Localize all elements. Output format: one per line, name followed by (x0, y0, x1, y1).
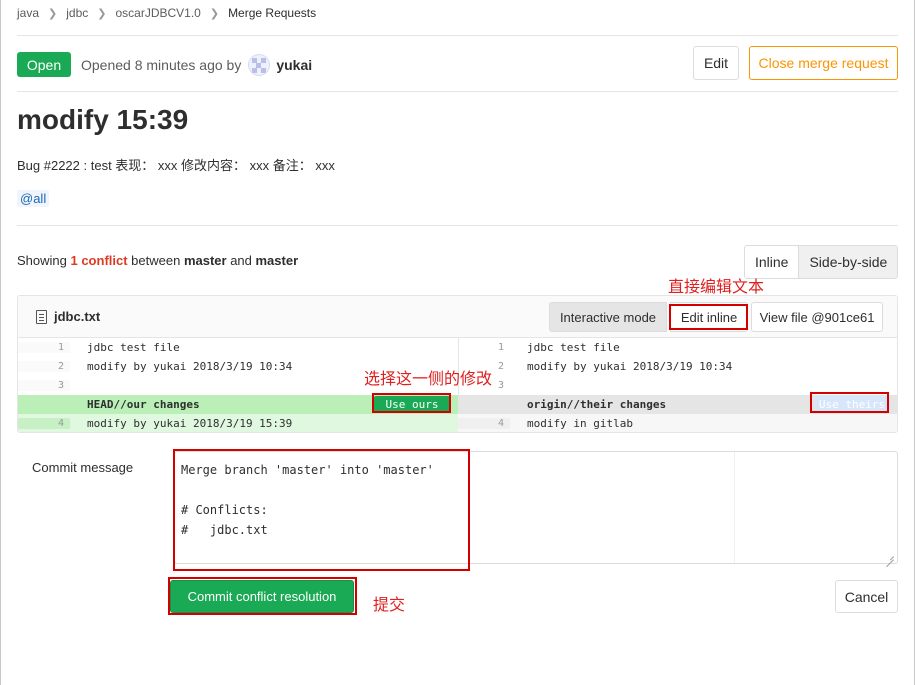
divider (17, 225, 898, 226)
source-branch: master (183, 253, 227, 268)
conflict-header-label: origin//their changes (527, 398, 667, 411)
line-code: jdbc test file (87, 341, 180, 354)
tab-side-by-side[interactable]: Side-by-side (798, 246, 898, 278)
diff-row: 1 jdbc test file (458, 338, 897, 357)
line-code: modify in gitlab (527, 417, 633, 430)
breadcrumb-item-jdbc[interactable]: jdbc (66, 6, 88, 20)
annotation-edit-text: 直接编辑文本 (668, 277, 765, 296)
line-number: 4 (18, 418, 70, 429)
breadcrumb-item-merge-requests[interactable]: Merge Requests (228, 6, 316, 20)
line-number: 4 (458, 418, 510, 429)
window-left-border (0, 0, 1, 685)
commit-message-label: Commit message (32, 460, 134, 475)
line-number: 2 (18, 361, 70, 372)
chevron-right-icon: ❯ (97, 7, 107, 20)
page-title: modify 15:39 (17, 104, 189, 135)
line-number: 1 (18, 342, 70, 353)
summary-prefix: Showing (17, 253, 71, 268)
line-number: 3 (18, 380, 70, 391)
line-code: jdbc test file (527, 341, 620, 354)
file-title: jdbc.txt (36, 309, 100, 324)
line-code: modify by yukai 2018/3/19 10:34 (527, 360, 733, 373)
close-merge-request-button[interactable]: Close merge request (749, 46, 898, 80)
file-text-icon (36, 309, 47, 324)
diff-row-ours[interactable]: 4 modify by yukai 2018/3/19 15:39 (18, 414, 458, 432)
cancel-button[interactable]: Cancel (835, 580, 898, 613)
target-branch: master (255, 253, 299, 268)
breadcrumb-item-project[interactable]: oscarJDBCV1.0 (115, 6, 200, 20)
annotation-box-commit-message (173, 449, 470, 571)
divider (17, 35, 898, 36)
annotation-box-use-ours (372, 393, 451, 413)
diff-row-theirs[interactable]: 4 modify in gitlab (458, 414, 897, 432)
diff-row: 2 modify by yukai 2018/3/19 10:34 (458, 357, 897, 376)
edit-button[interactable]: Edit (693, 46, 739, 80)
resize-grip-icon[interactable] (885, 551, 895, 561)
file-name: jdbc.txt (54, 309, 101, 324)
chevron-right-icon: ❯ (48, 7, 58, 20)
annotation-box-commit-button (168, 577, 357, 615)
opened-info: Opened 8 minutes ago by yukai (81, 54, 312, 76)
conflict-header-label: HEAD//our changes (87, 398, 200, 411)
avatar[interactable] (248, 54, 271, 76)
conflict-summary: Showing 1 conflict between master and ma… (17, 253, 298, 268)
line-number: 1 (497, 342, 504, 353)
annotation-submit: 提交 (373, 595, 406, 614)
description: Bug #2222 : test 表现： xxx 修改内容： xxx 备注： x… (17, 158, 335, 173)
breadcrumb-item-java[interactable]: java (17, 6, 39, 20)
line-code: modify by yukai 2018/3/19 15:39 (87, 417, 293, 430)
annotation-choose-side: 选择这一侧的修改 (364, 369, 493, 388)
annotation-box-use-theirs (810, 392, 889, 413)
breadcrumb: java ❯ jdbc ❯ oscarJDBCV1.0 ❯ Merge Requ… (17, 6, 316, 20)
diff-row: 1 jdbc test file (18, 338, 458, 357)
opened-text: Opened 8 minutes ago by (81, 57, 242, 73)
view-file-button[interactable]: View file @901ce61 (751, 302, 883, 332)
line-code: modify by yukai 2018/3/19 10:34 (87, 360, 293, 373)
file-header: jdbc.txt Interactive mode Edit inline Vi… (18, 296, 897, 338)
diff-side-theirs: 1 jdbc test file 2 modify by yukai 2018/… (458, 338, 897, 432)
summary-between: between (127, 253, 184, 268)
divider (17, 91, 898, 92)
mention-link[interactable]: @all (17, 190, 50, 207)
textarea-guide-line (734, 452, 735, 563)
annotation-box-edit-inline (669, 304, 748, 330)
view-mode-toggle: Inline Side-by-side (744, 245, 899, 279)
chevron-right-icon: ❯ (209, 7, 220, 20)
conflict-file-panel: jdbc.txt Interactive mode Edit inline Vi… (17, 295, 898, 433)
summary-and: and (226, 253, 256, 268)
conflict-count: 1 conflict (70, 253, 128, 268)
author-name[interactable]: yukai (276, 57, 312, 73)
interactive-mode-button[interactable]: Interactive mode (549, 302, 667, 332)
status-badge: Open (17, 52, 71, 77)
